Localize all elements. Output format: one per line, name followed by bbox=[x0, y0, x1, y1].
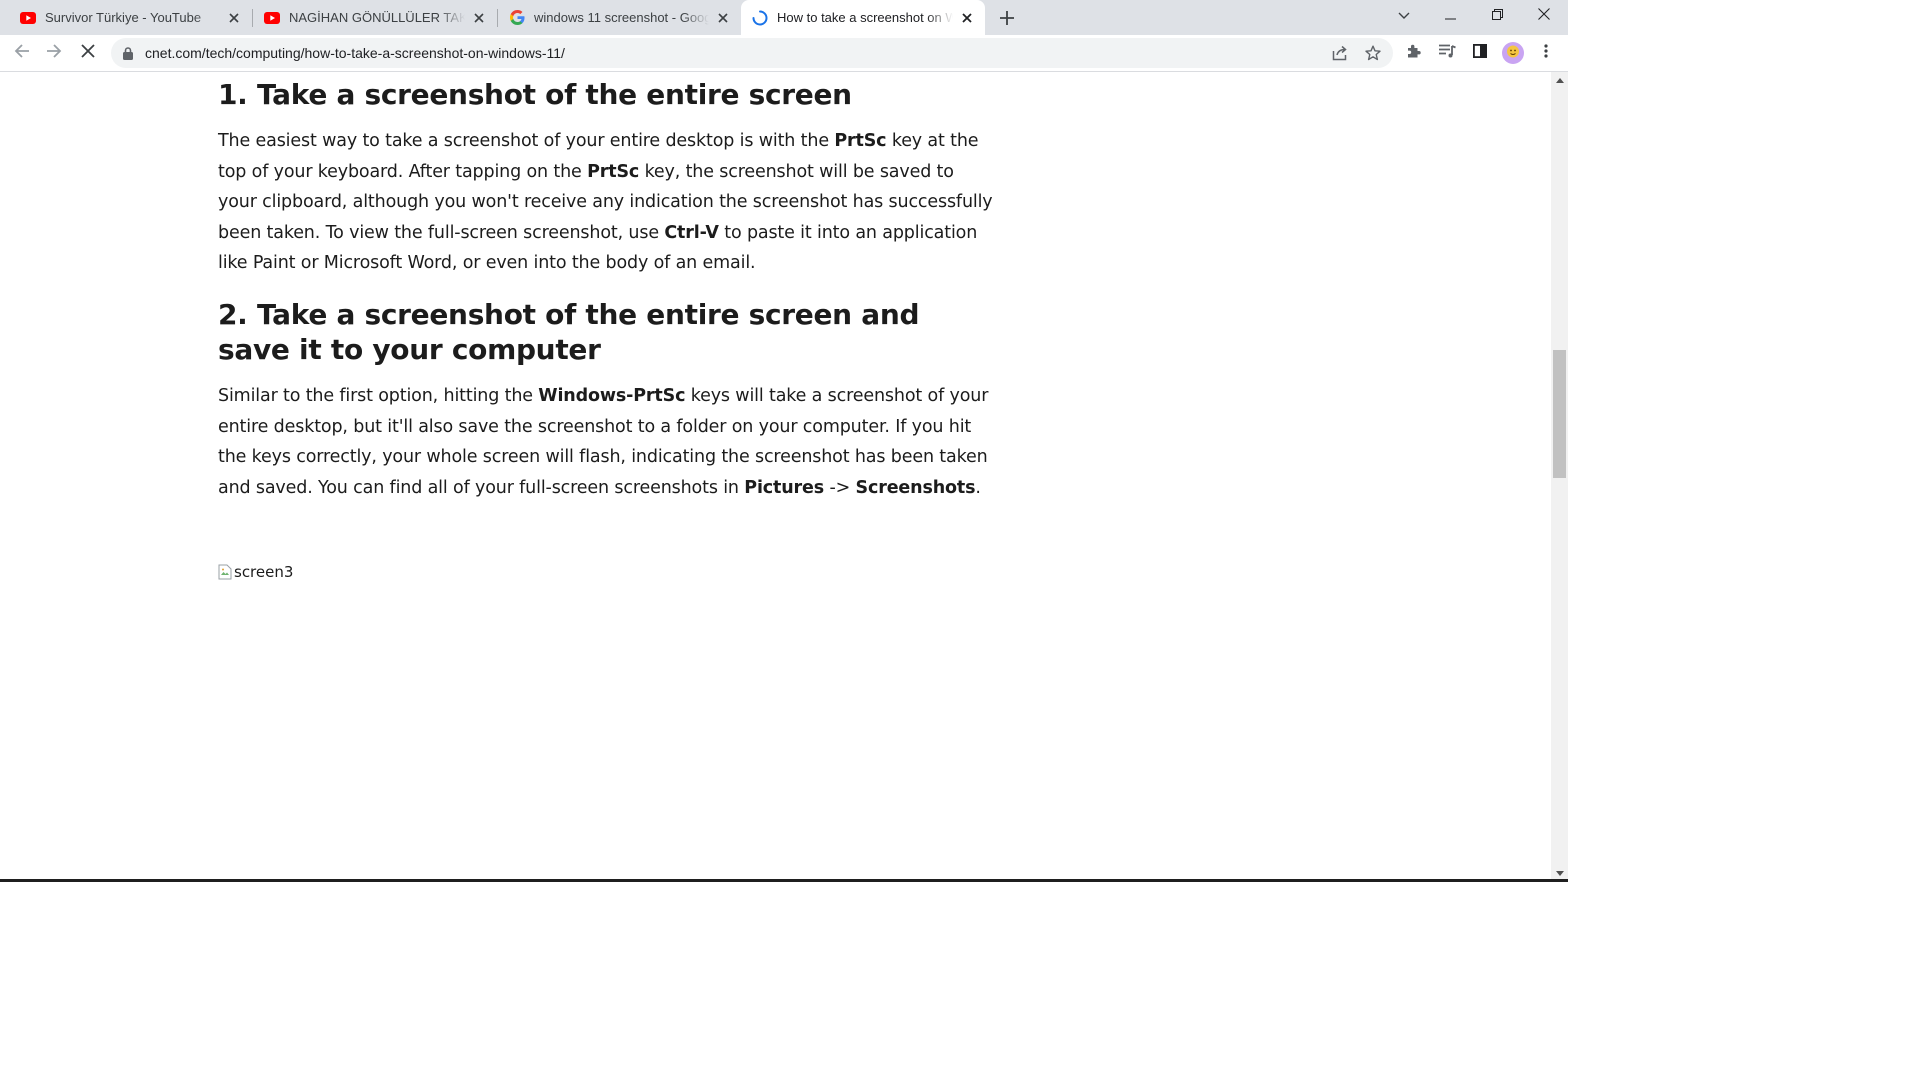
bold-key-text: Windows-PrtSc bbox=[538, 385, 686, 406]
back-button[interactable] bbox=[8, 39, 36, 67]
browser-toolbar: cnet.com/tech/computing/how-to-take-a-sc… bbox=[0, 35, 1568, 72]
scroll-up-arrow-icon[interactable] bbox=[1551, 72, 1568, 89]
youtube-icon bbox=[20, 10, 36, 26]
section-paragraph-2: Similar to the first option, hitting the… bbox=[218, 381, 993, 503]
media-control-button[interactable] bbox=[1433, 39, 1461, 67]
playlist-music-icon bbox=[1438, 44, 1456, 63]
bold-key-text: PrtSc bbox=[587, 161, 640, 182]
vertical-scrollbar[interactable] bbox=[1551, 72, 1568, 882]
image-alt-text: screen3 bbox=[234, 563, 294, 581]
bold-path-text: Screenshots bbox=[855, 477, 976, 498]
close-tab-icon[interactable] bbox=[226, 10, 242, 26]
tab-google-search[interactable]: windows 11 screenshot - Google bbox=[498, 0, 741, 35]
close-window-button[interactable] bbox=[1521, 0, 1567, 32]
new-tab-button[interactable] bbox=[996, 7, 1018, 29]
loading-spinner-icon bbox=[752, 10, 768, 26]
tab-cnet-article[interactable]: How to take a screenshot on Windows 11 bbox=[741, 0, 985, 35]
stop-x-icon bbox=[81, 43, 95, 63]
broken-image-icon bbox=[218, 564, 232, 580]
minimize-button[interactable] bbox=[1427, 0, 1473, 32]
side-panel-icon bbox=[1472, 43, 1487, 63]
arrow-right-icon bbox=[46, 43, 62, 64]
puzzle-icon bbox=[1406, 43, 1422, 64]
tab-title: Survivor Türkiye - YouTube bbox=[45, 10, 202, 25]
section-paragraph-1: The easiest way to take a screenshot of … bbox=[218, 126, 993, 279]
address-bar[interactable]: cnet.com/tech/computing/how-to-take-a-sc… bbox=[111, 38, 1393, 68]
section-heading-1: 1. Take a screenshot of the entire scree… bbox=[218, 78, 852, 111]
lock-icon[interactable] bbox=[123, 46, 135, 60]
bold-key-text: Ctrl-V bbox=[664, 222, 719, 243]
chrome-menu-button[interactable] bbox=[1532, 39, 1560, 67]
bold-path-text: Pictures bbox=[744, 477, 825, 498]
forward-button[interactable] bbox=[40, 39, 68, 67]
window-bottom-edge bbox=[0, 879, 1568, 882]
avatar[interactable] bbox=[1502, 42, 1524, 64]
minimize-icon bbox=[1444, 7, 1456, 25]
url-text[interactable]: cnet.com/tech/computing/how-to-take-a-sc… bbox=[145, 45, 565, 61]
bold-key-text: PrtSc bbox=[834, 131, 887, 151]
text-run: . bbox=[975, 477, 981, 498]
star-icon[interactable] bbox=[1359, 39, 1387, 67]
broken-image: screen3 bbox=[218, 563, 293, 581]
text-run: Similar to the first option, hitting the bbox=[218, 385, 539, 406]
chevron-down-icon bbox=[1398, 7, 1410, 25]
page-viewport: 1. Take a screenshot of the entire scree… bbox=[0, 72, 1551, 882]
close-tab-icon[interactable] bbox=[715, 10, 731, 26]
restore-button[interactable] bbox=[1474, 0, 1520, 32]
text-run: The easiest way to take a screenshot of … bbox=[218, 131, 835, 151]
close-tab-icon[interactable] bbox=[471, 10, 487, 26]
profile-face-icon bbox=[1505, 43, 1521, 64]
tab-youtube-nagihan[interactable]: NAGİHAN GÖNÜLLÜLER TAKIMI bbox=[253, 0, 497, 35]
close-tab-icon[interactable] bbox=[959, 10, 975, 26]
youtube-icon bbox=[264, 10, 280, 26]
tab-search-button[interactable] bbox=[1381, 0, 1427, 32]
google-icon bbox=[509, 10, 525, 26]
tab-title: NAGİHAN GÖNÜLLÜLER TAKIMI bbox=[289, 10, 465, 25]
scrollbar-thumb[interactable] bbox=[1553, 350, 1566, 478]
extensions-button[interactable] bbox=[1400, 39, 1428, 67]
arrow-left-icon bbox=[14, 43, 30, 64]
section-heading-2: 2. Take a screenshot of the entire scree… bbox=[218, 297, 920, 366]
article-body: 1. Take a screenshot of the entire scree… bbox=[218, 72, 993, 503]
more-vertical-icon bbox=[1544, 43, 1548, 63]
side-panel-button[interactable] bbox=[1466, 39, 1494, 67]
share-icon[interactable] bbox=[1326, 39, 1354, 67]
restore-icon bbox=[1491, 7, 1503, 25]
tab-title: How to take a screenshot on Windows 11 bbox=[777, 10, 953, 25]
tab-strip: Survivor Türkiye - YouTube NAGİHAN GÖNÜL… bbox=[0, 0, 1568, 35]
tab-youtube-survivor[interactable]: Survivor Türkiye - YouTube bbox=[0, 0, 252, 35]
close-icon bbox=[1538, 7, 1550, 25]
text-run: -> bbox=[824, 477, 856, 498]
tab-title: windows 11 screenshot - Google bbox=[534, 10, 709, 25]
stop-loading-button[interactable] bbox=[74, 39, 102, 67]
